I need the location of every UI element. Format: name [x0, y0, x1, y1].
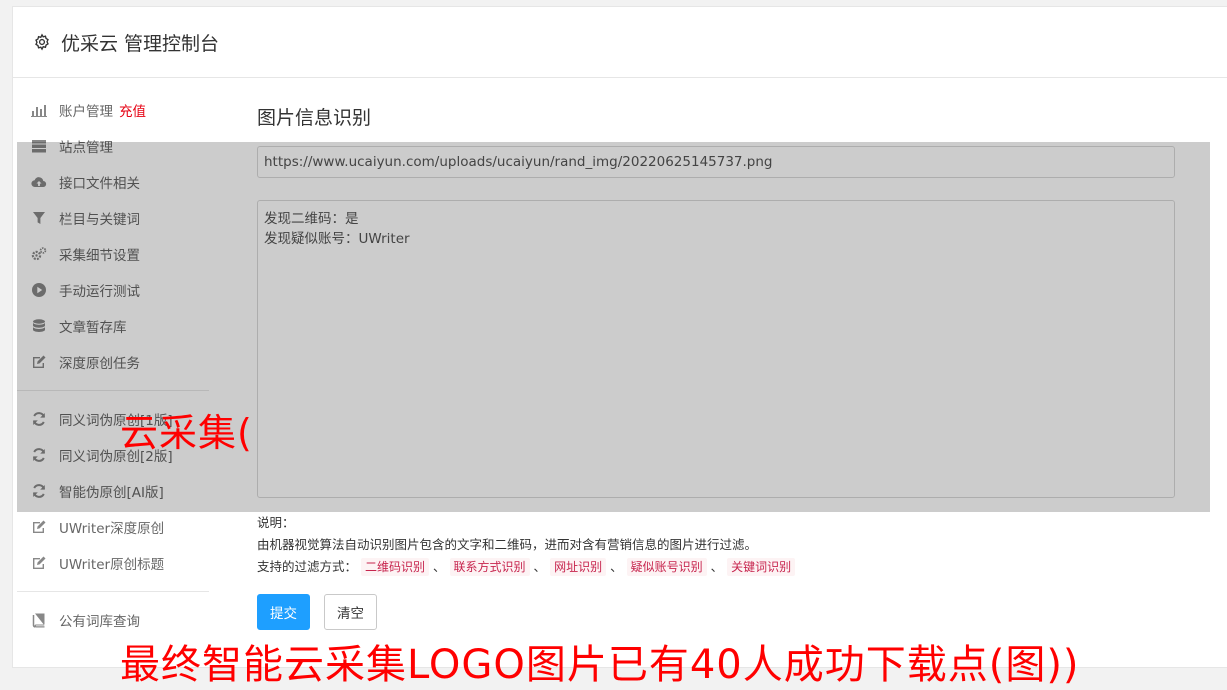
book-icon [31, 612, 47, 628]
filter-separator: 、 [710, 559, 724, 574]
filter-separator: 、 [610, 559, 623, 574]
filter-label: 支持的过滤方式： [257, 559, 358, 574]
button-row: 提交 清空 [257, 594, 1177, 630]
sidebar-item-label: UWriter原创标题 [59, 557, 165, 573]
sidebar-item-label: 公有词库查询 [59, 614, 140, 630]
filter-separator: 、 [433, 559, 446, 574]
gear-icon [33, 33, 51, 51]
filter-tag-contact: 联系方式识别 [449, 558, 530, 576]
notes-text: 由机器视觉算法自动识别图片包含的文字和二维码，进而对含有营销信息的图片进行过滤。 [257, 537, 758, 552]
header: 优采云 管理控制台 [13, 7, 1227, 78]
recharge-link[interactable]: 充值 [119, 100, 146, 120]
filter-separator: 、 [533, 559, 547, 574]
sidebar-item-uwriter-deep[interactable]: UWriter深度原创 [17, 509, 225, 545]
notes-label: 说明： [257, 515, 295, 530]
sidebar-item-account[interactable]: 账户管理 充值 [17, 92, 225, 128]
watermark-caption: 最终智能云采集LOGO图片已有40人成功下载点(图)) [120, 642, 1080, 688]
sidebar-item-label: 账户管理 [59, 104, 113, 120]
filter-tag-account: 疑似账号识别 [626, 558, 707, 576]
filter-methods: 支持的过滤方式： 二维码识别、联系方式识别、网址识别、疑似账号识别、关键词识别 [257, 556, 1177, 578]
sidebar-item-label: UWriter深度原创 [59, 521, 165, 537]
edit-icon [31, 519, 47, 535]
sidebar-item-uwriter-title[interactable]: UWriter原创标题 [17, 545, 225, 581]
app-title: 优采云 管理控制台 [61, 32, 220, 55]
bar-chart-icon [31, 102, 47, 118]
watermark-text: 云采集( [120, 411, 253, 455]
edit-icon [31, 555, 47, 571]
filter-tag-keyword: 关键词识别 [727, 558, 796, 576]
page-title: 图片信息识别 [257, 107, 372, 129]
notes: 说明： 由机器视觉算法自动识别图片包含的文字和二维码，进而对含有营销信息的图片进… [257, 512, 1177, 578]
submit-button[interactable]: 提交 [257, 594, 310, 630]
clear-button[interactable]: 清空 [324, 594, 377, 630]
filter-tag-qrcode: 二维码识别 [361, 558, 430, 576]
sidebar-divider [17, 591, 209, 592]
filter-tag-url: 网址识别 [550, 558, 607, 576]
